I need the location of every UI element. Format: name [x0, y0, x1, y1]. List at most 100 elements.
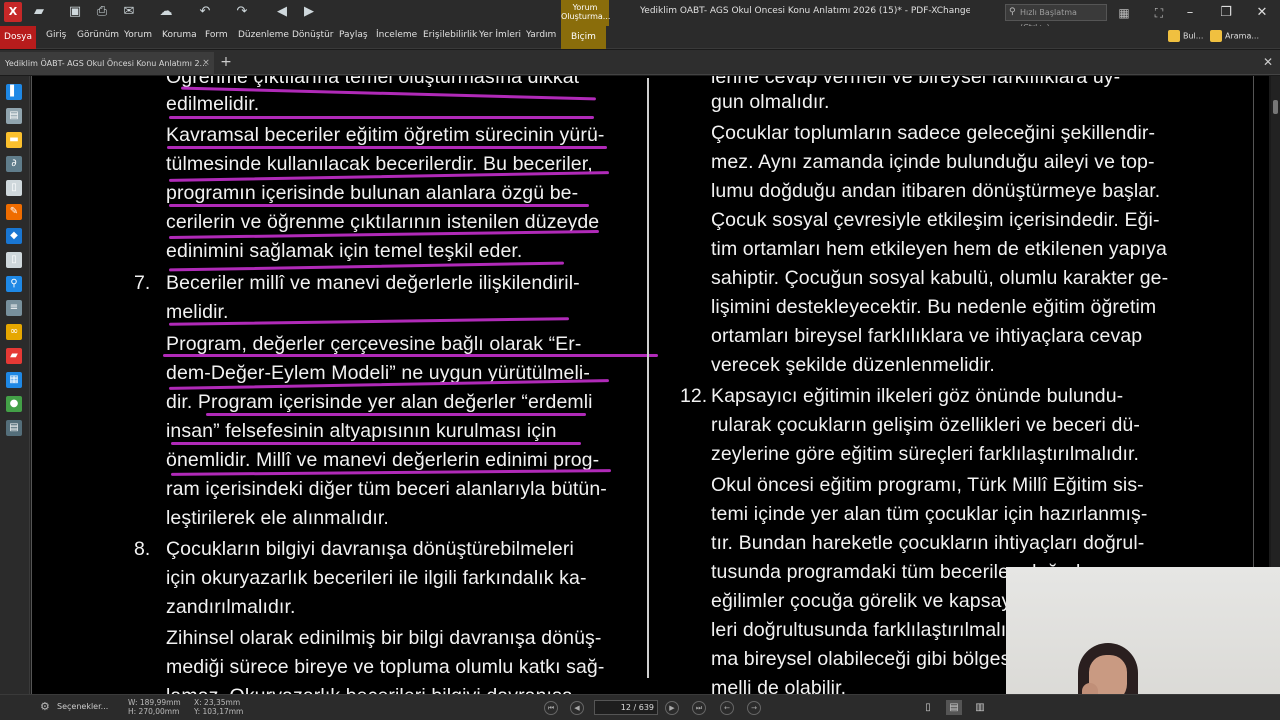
structure-icon[interactable]: ≡ — [6, 300, 22, 316]
open-folder-icon[interactable]: ▰ — [30, 3, 48, 21]
tab-view[interactable]: Görünüm — [77, 30, 119, 40]
last-page-icon[interactable]: ⏭ — [692, 701, 706, 715]
page-number-input[interactable]: 12 / 639 — [594, 700, 658, 715]
two-page-view-icon[interactable]: ▥ — [972, 700, 988, 715]
first-page-icon[interactable]: ⏮ — [544, 701, 558, 715]
document-icon[interactable]: ▯ — [6, 180, 22, 196]
tab-help[interactable]: Yardım — [526, 30, 556, 40]
left-text-line: mediği sürece bireye ve topluma olumlu k… — [166, 656, 605, 678]
fullscreen-icon[interactable]: ⛶ — [1150, 4, 1168, 22]
find-icon — [1168, 30, 1180, 42]
tab-protect[interactable]: Koruma — [162, 30, 197, 40]
document-tab[interactable]: Yediklim ÖABT- AGS Okul Öncesi Konu Anla… — [0, 52, 214, 75]
highlight-stroke[interactable] — [206, 413, 586, 416]
right-text-line: ortamları bireysel farklılıklara ve ihti… — [711, 325, 1143, 347]
previous-view-icon[interactable]: ← — [720, 701, 734, 715]
highlight-stroke[interactable] — [169, 204, 589, 207]
page-border-left — [31, 76, 32, 694]
tab-accessibility[interactable]: Erişilebilirlik — [423, 30, 477, 40]
next-page-icon[interactable]: ▶ — [665, 701, 679, 715]
tab-form[interactable]: Form — [205, 30, 228, 40]
find-button[interactable]: Bul... — [1168, 30, 1203, 42]
next-view-icon[interactable]: → — [747, 701, 761, 715]
stamp-icon[interactable]: ▰ — [6, 348, 22, 364]
save-icon[interactable]: ▣ — [66, 3, 84, 21]
tab-review[interactable]: İnceleme — [376, 30, 417, 40]
highlight-stroke[interactable] — [163, 354, 658, 357]
right-text-line: mez. Aynı zamanda içinde bulunduğu ailey… — [711, 151, 1155, 173]
tab-home[interactable]: Giriş — [46, 30, 66, 40]
highlight-stroke[interactable] — [167, 146, 607, 149]
undo-icon[interactable]: ↶ — [196, 3, 214, 21]
tab-file[interactable]: Dosya — [0, 26, 36, 49]
pdf-app-icon[interactable]: X — [4, 2, 22, 22]
left-tool-sidebar: ▌ ▤ ▬ ∂ ▯ ✎ ◆ ▯ ⚲ ≡ ∞ ▰ ▦ ● ▤ — [0, 76, 30, 694]
left-text-line: edilmelidir. — [166, 93, 260, 115]
options-button[interactable]: Seçenekler... — [57, 702, 108, 711]
context-tab-header: Yorum Oluşturma... — [561, 0, 610, 28]
signature-icon[interactable]: ✎ — [6, 204, 22, 220]
title-bar: X ▰ ▣ ⎙ ✉ ☁ ↶ ↷ ◀ ▶ Yorum Oluşturma... Y… — [0, 0, 1280, 32]
back-icon[interactable]: ◀ — [273, 3, 291, 21]
tab-convert[interactable]: Dönüştür — [292, 30, 333, 40]
cloud-icon[interactable]: ☁ — [157, 3, 175, 21]
search-panel-icon[interactable]: ⚲ — [6, 276, 22, 292]
right-text-line: melli de olabilir. — [711, 677, 847, 694]
right-text-line: Çocuk sosyal çevresiyle etkileşim içeris… — [711, 209, 1160, 231]
right-text-line: sahiptir. Çocuğun sosyal kabulü, olumlu … — [711, 267, 1169, 289]
left-text-line: Çocukların bilgiyi davranışa dönüştürebi… — [166, 538, 574, 560]
item-number: 12. — [680, 385, 708, 407]
left-text-line: Zihinsel olarak edinilmiş bir bilgi davr… — [166, 627, 602, 649]
highlight-stroke[interactable] — [169, 261, 564, 272]
tab-format[interactable]: Biçim — [561, 26, 606, 49]
comments-icon[interactable]: ▬ — [6, 132, 22, 148]
scrollbar-thumb[interactable] — [1273, 100, 1278, 114]
maximize-button[interactable]: ❐ — [1208, 0, 1244, 26]
pdf-editor-window: X ▰ ▣ ⎙ ✉ ☁ ↶ ↷ ◀ ▶ Yorum Oluşturma... Y… — [0, 0, 1280, 720]
layers-icon[interactable]: ◆ — [6, 228, 22, 244]
security-icon[interactable]: ▤ — [6, 420, 22, 436]
item-number: 8. — [134, 538, 151, 560]
left-text-line: dir. Program içerisinde yer alan değerle… — [166, 391, 593, 413]
left-text-line: ram içerisindeki diğer tüm beceri alanla… — [166, 478, 607, 500]
left-text-line: Beceriler millî ve manevi değerlerle ili… — [166, 272, 580, 294]
right-text-line: Okul öncesi eğitim programı, Türk Millî … — [711, 474, 1144, 496]
continuous-view-icon[interactable]: ▤ — [946, 700, 962, 715]
options-gear-icon[interactable]: ⚙ — [40, 700, 54, 714]
highlight-stroke[interactable] — [168, 317, 570, 326]
attachment-icon[interactable]: ∂ — [6, 156, 22, 172]
close-window-button[interactable]: ✕ — [1244, 0, 1280, 26]
forward-icon[interactable]: ▶ — [300, 3, 318, 21]
cursor-position-readout: X: 23,35mm Y: 103,17mm — [194, 698, 243, 716]
tab-comment[interactable]: Yorum — [124, 30, 152, 40]
search-button[interactable]: Arama... — [1210, 30, 1259, 42]
link-icon[interactable]: ∞ — [6, 324, 22, 340]
minimize-button[interactable]: – — [1172, 0, 1208, 26]
highlight-stroke[interactable] — [169, 116, 594, 119]
single-page-view-icon[interactable]: ▯ — [920, 700, 936, 715]
print-icon[interactable]: ⎙ — [93, 3, 111, 21]
pages-icon[interactable]: ▤ — [6, 108, 22, 124]
new-tab-button[interactable]: + — [218, 54, 234, 70]
previous-page-icon[interactable]: ◀ — [570, 701, 584, 715]
y-label: Y: 103,17mm — [194, 707, 244, 716]
right-text-line: lerine cevap vermeli ve bireysel farklıl… — [711, 76, 1121, 88]
tab-bookmarks[interactable]: Yer İmleri — [479, 30, 521, 40]
highlight-stroke[interactable] — [171, 442, 581, 445]
tab-share[interactable]: Paylaş — [339, 30, 368, 40]
grid-icon[interactable]: ▦ — [6, 372, 22, 388]
close-tab-icon[interactable]: × — [201, 58, 211, 68]
properties-icon[interactable]: ▯ — [6, 252, 22, 268]
status-bar: ⚙ Seçenekler... W: 189,99mm H: 270,00mm … — [0, 694, 1280, 720]
column-divider — [647, 78, 649, 678]
item-number: 7. — [134, 272, 151, 294]
layout-icon[interactable]: ▦ — [1115, 4, 1133, 22]
quick-launch-search[interactable]: ⚲ Hızlı Başlatma (Ctrl+.) — [1005, 4, 1107, 32]
tag-icon[interactable]: ● — [6, 396, 22, 412]
close-document-icon[interactable]: ✕ — [1261, 55, 1275, 69]
tab-edit[interactable]: Düzenleme — [238, 30, 289, 40]
redo-icon[interactable]: ↷ — [233, 3, 251, 21]
email-icon[interactable]: ✉ — [120, 3, 138, 21]
right-text-line: rularak çocukların gelişim özellikleri v… — [711, 414, 1140, 436]
bookmarks-icon[interactable]: ▌ — [6, 84, 22, 100]
